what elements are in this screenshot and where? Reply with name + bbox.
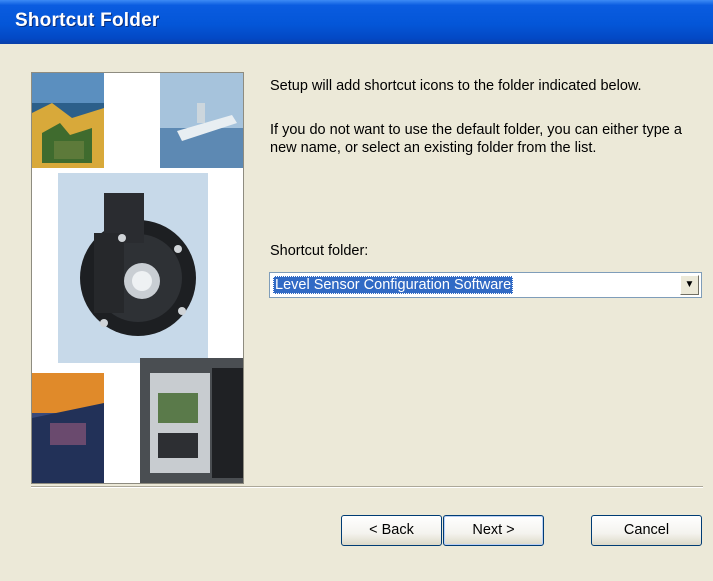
window-title: Shortcut Folder	[15, 10, 160, 31]
shortcut-folder-combobox[interactable]: Level Sensor Configuration Software ▼	[269, 272, 702, 298]
intro-text: Setup will add shortcut icons to the fol…	[270, 78, 642, 94]
chevron-down-icon: ▼	[684, 279, 695, 290]
separator-line	[31, 486, 703, 488]
dialog-body: Setup will add shortcut icons to the fol…	[0, 44, 713, 581]
next-button[interactable]: Next >	[443, 515, 544, 546]
title-bar[interactable]: Shortcut Folder	[0, 0, 713, 44]
cancel-button[interactable]: Cancel	[591, 515, 702, 546]
shortcut-folder-value[interactable]: Level Sensor Configuration Software	[273, 276, 514, 294]
back-button[interactable]: < Back	[341, 515, 442, 546]
product-collage-image	[31, 72, 244, 484]
instructions-text: If you do not want to use the default fo…	[270, 122, 682, 156]
shortcut-folder-label: Shortcut folder:	[270, 243, 369, 259]
dropdown-button[interactable]: ▼	[680, 275, 699, 295]
